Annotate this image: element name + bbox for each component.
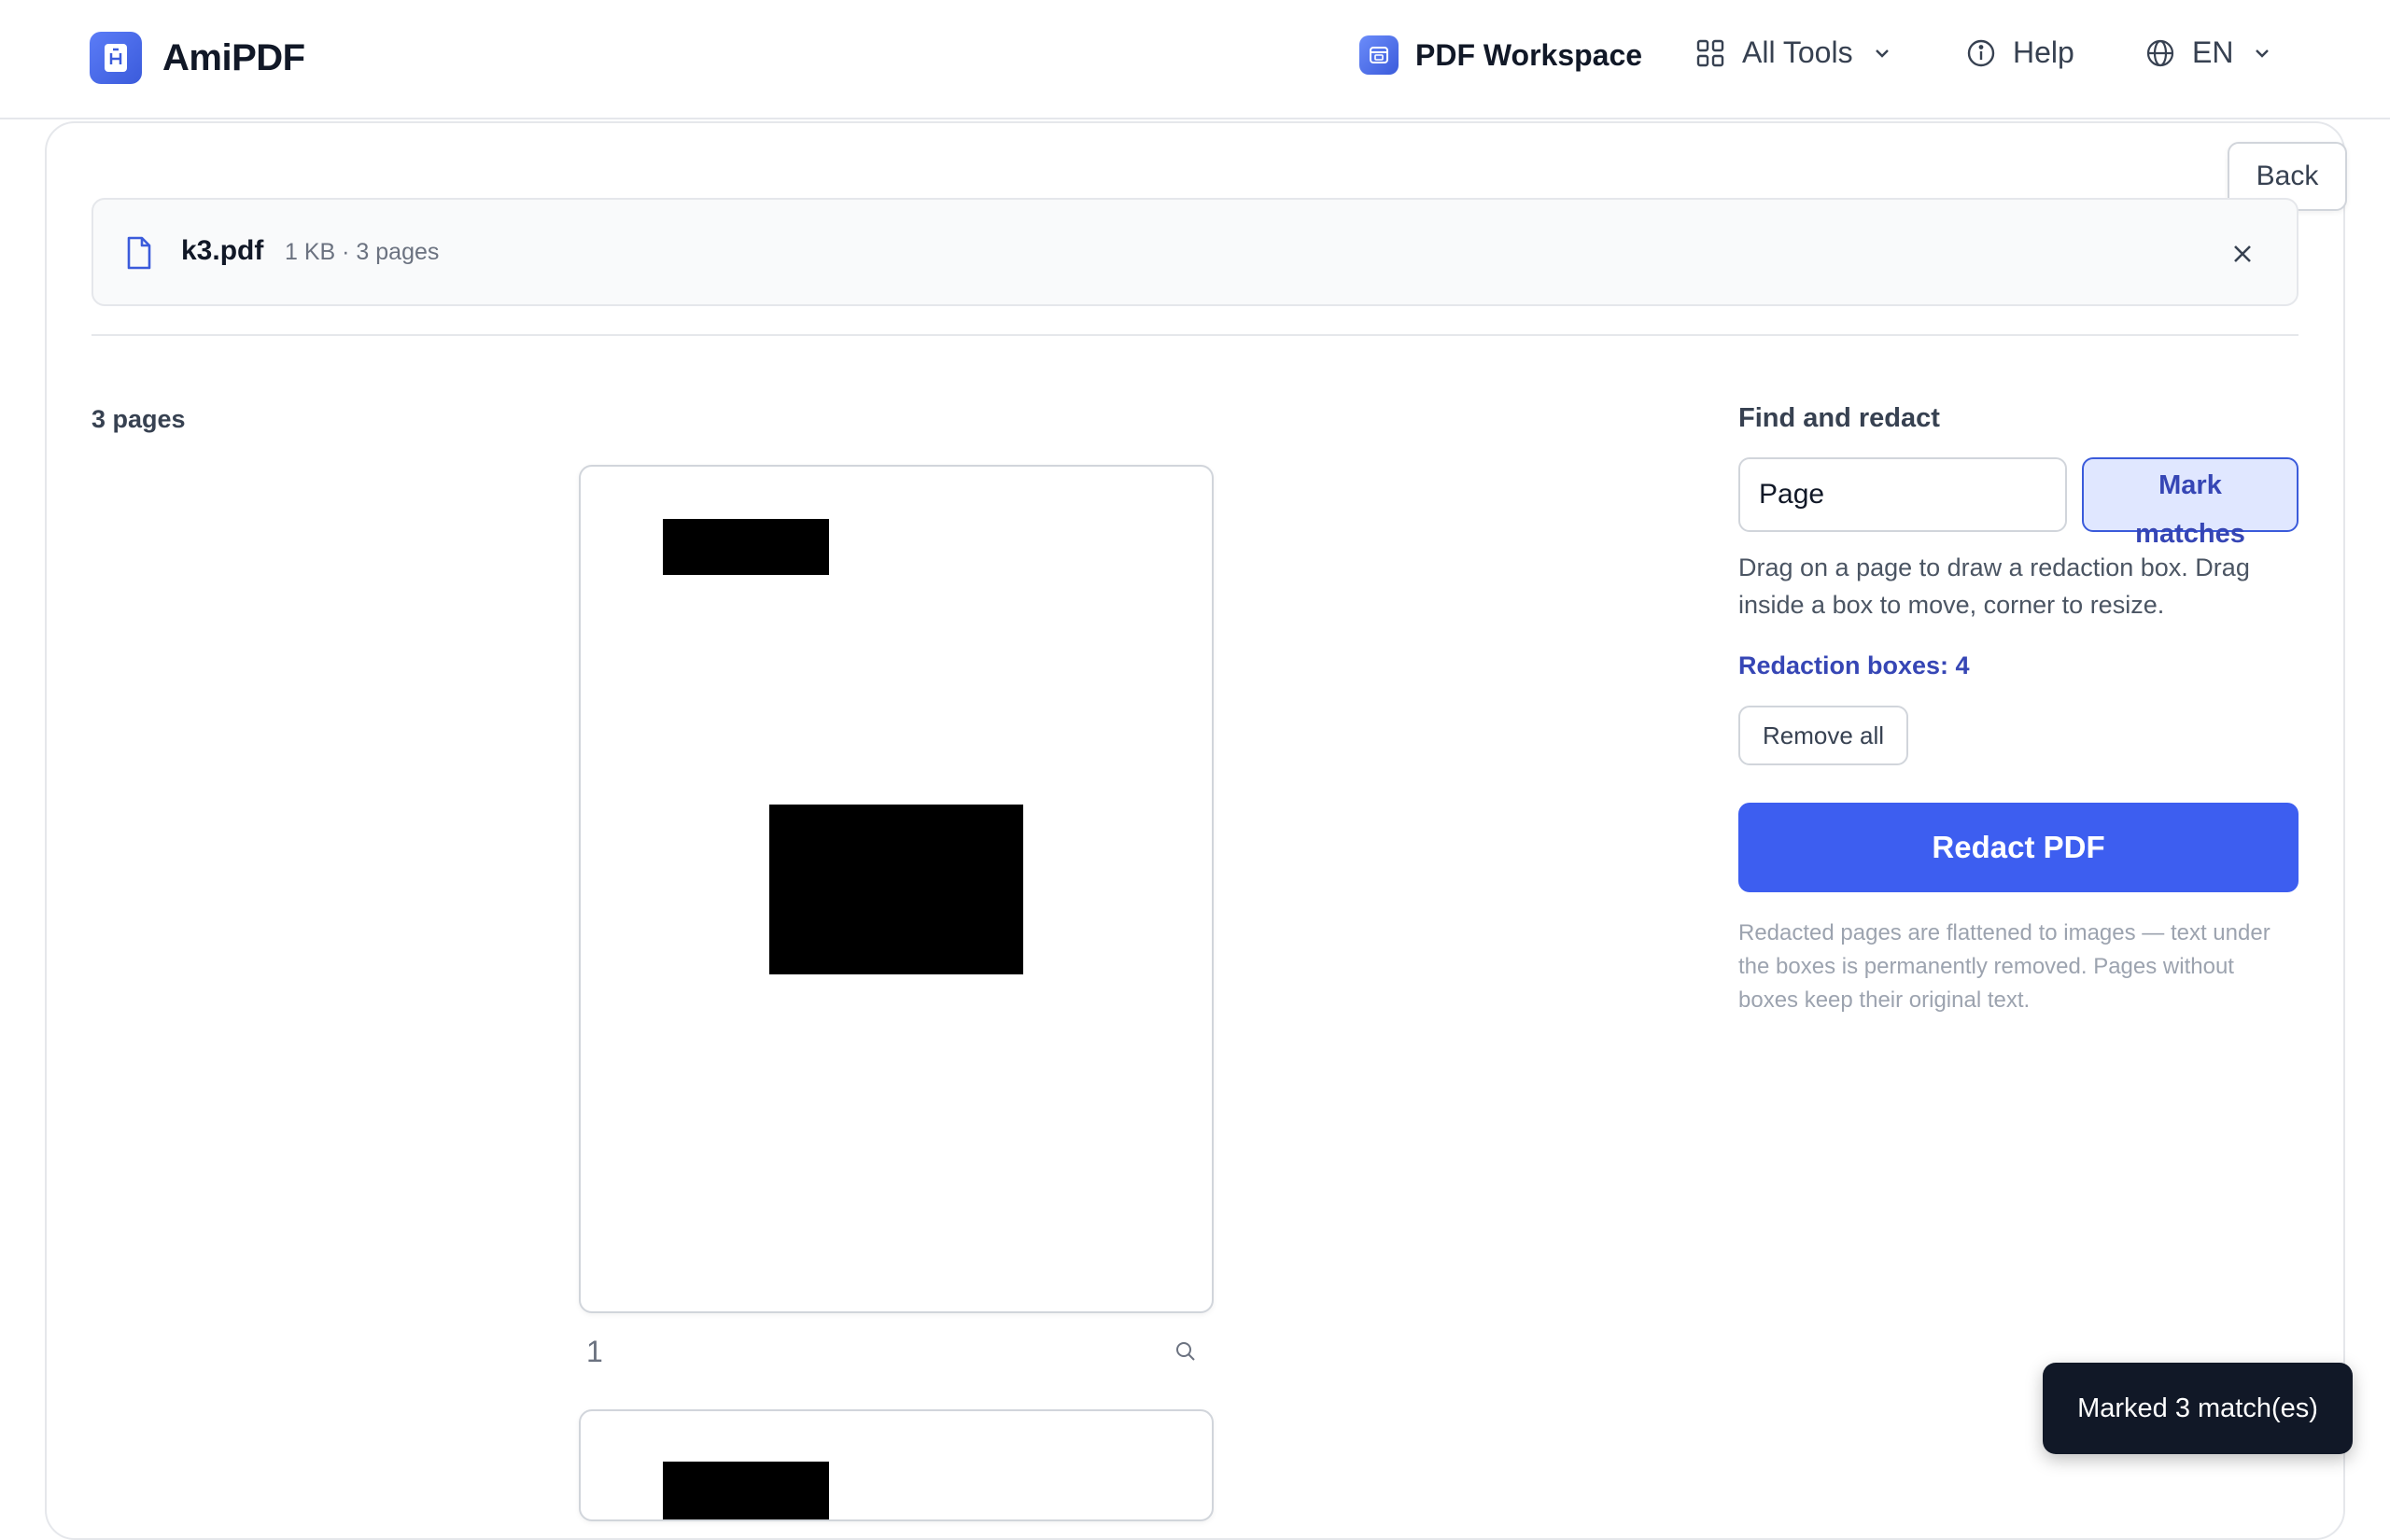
pages-count: 3 pages <box>91 405 186 433</box>
language-label: EN <box>2192 35 2234 69</box>
nav-all-tools-label: All Tools <box>1742 35 1853 69</box>
help-text: Drag on a page to draw a redaction box. … <box>1738 553 2250 619</box>
toast-message: Marked 3 match(es) <box>2077 1393 2318 1423</box>
chevron-down-icon <box>2252 43 2272 63</box>
brand[interactable]: AmiPDF <box>90 32 305 84</box>
redaction-box[interactable] <box>663 1462 829 1519</box>
language-selector[interactable]: EN <box>2145 35 2272 70</box>
page-thumbnail-2[interactable] <box>579 1409 1214 1521</box>
nav-help[interactable]: Help <box>1966 35 2074 70</box>
nav-help-label: Help <box>2013 35 2074 69</box>
page-footer-1: 1 <box>579 1335 1214 1372</box>
page-number: 1 <box>586 1335 603 1368</box>
remove-all-button[interactable]: Remove all <box>1738 706 1908 765</box>
redaction-box-count: Redaction boxes: 4 <box>1738 651 1970 679</box>
page-thumbnail-1[interactable]: g <box>579 465 1214 1313</box>
file-bar: k3.pdf 1 KB · 3 pages <box>91 198 2299 306</box>
close-icon[interactable] <box>2224 235 2261 273</box>
top-header: AmiPDF PDF Workspace All Tools Help EN <box>0 0 2390 119</box>
mark-matches-label: Mark matches <box>2135 470 2245 549</box>
nav-pdf-workspace[interactable]: PDF Workspace <box>1359 35 1642 75</box>
nav-workspace-label: PDF Workspace <box>1415 37 1643 72</box>
nav-all-tools[interactable]: All Tools <box>1695 35 1892 70</box>
info-icon <box>1966 38 1996 68</box>
mark-matches-button[interactable]: Mark matches <box>2082 457 2299 549</box>
redact-pdf-button[interactable]: Redact PDF <box>1738 803 2299 892</box>
divider <box>91 334 2299 336</box>
file-meta: 1 KB · 3 pages <box>285 239 440 265</box>
globe-icon <box>2145 38 2175 68</box>
app-logo-icon <box>90 32 142 84</box>
file-name: k3.pdf <box>181 235 264 266</box>
toast-notification: Marked 3 match(es) <box>2043 1363 2353 1454</box>
grid-icon <box>1695 38 1725 68</box>
panel-title: Find and redact <box>1738 403 1940 433</box>
redaction-note: Redacted pages are flattened to images —… <box>1738 920 2270 1013</box>
zoom-icon[interactable] <box>1174 1340 1197 1367</box>
chevron-down-icon <box>1872 43 1892 63</box>
app-name: AmiPDF <box>162 36 305 78</box>
workspace-icon <box>1359 35 1399 75</box>
file-icon <box>125 235 153 275</box>
redaction-box[interactable] <box>663 519 829 575</box>
redaction-box[interactable] <box>769 805 1023 974</box>
search-input[interactable] <box>1738 457 2067 532</box>
